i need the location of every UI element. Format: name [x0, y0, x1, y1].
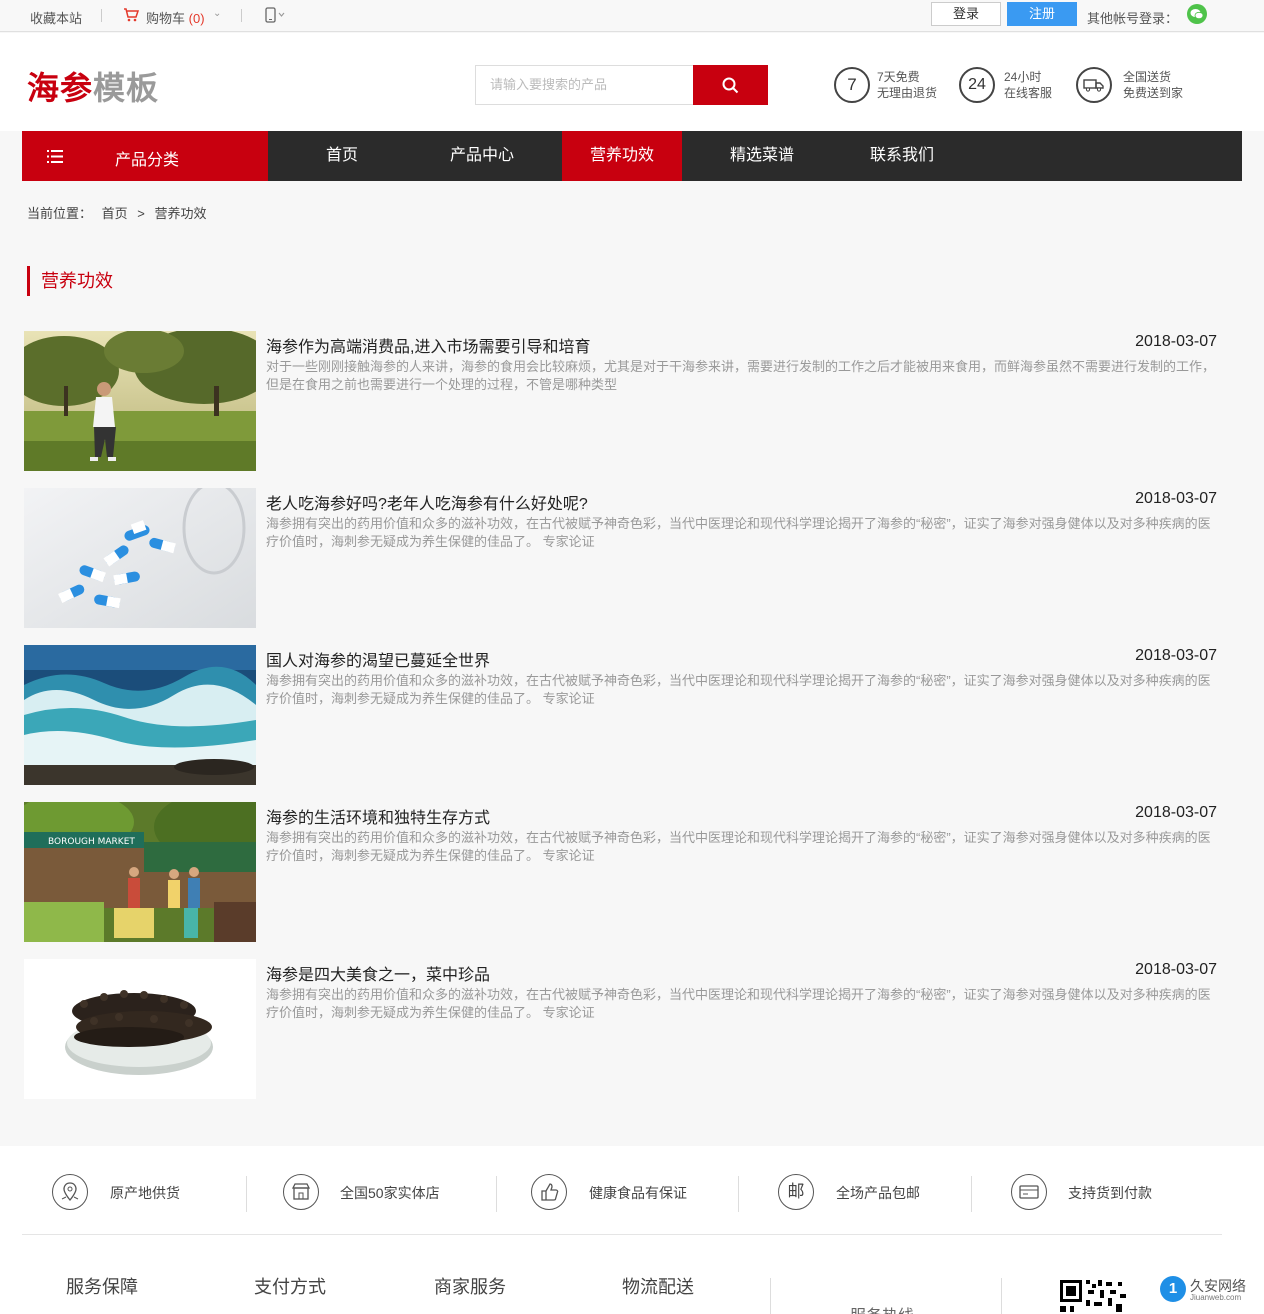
article-date: 2018-03-07	[1135, 333, 1217, 350]
top-bar: 收藏本站 购物车 (0) ⌄ 登录 注册 其他帐号登录：	[0, 0, 1264, 32]
article-title[interactable]: 海参是四大美食之一，菜中珍品	[266, 961, 490, 985]
seven-day-icon: 7	[834, 67, 870, 103]
nav-item-nutrition[interactable]: 营养功效	[562, 131, 682, 181]
nav-item-products[interactable]: 产品中心	[422, 131, 542, 181]
service-line1: 7天免费	[877, 70, 920, 84]
article-image-waves[interactable]	[24, 645, 256, 785]
watermark-logo-icon: 1	[1160, 1276, 1186, 1302]
feature-label: 全场产品包邮	[836, 1185, 920, 1201]
footer-col-merchant[interactable]: 商家服务	[434, 1273, 506, 1299]
category-label: 产品分类	[115, 152, 180, 169]
article-desc: 海参拥有突出的药用价值和众多的滋补功效，在古代被赋予神奇色彩，当代中医理论和现代…	[266, 516, 1211, 549]
divider	[738, 1176, 739, 1212]
breadcrumb-separator: >	[137, 206, 145, 221]
service-line2: 在线客服	[1004, 86, 1053, 100]
login-button[interactable]: 登录	[931, 2, 1001, 26]
search-icon	[722, 77, 739, 94]
truck-icon	[1076, 67, 1112, 103]
service-line2: 免费送到家	[1123, 86, 1184, 100]
cart-icon[interactable]	[123, 7, 140, 26]
thumbs-up-icon	[531, 1174, 567, 1210]
list-item[interactable]: BOROUGH MARKET 海参的生活环境和独特生存方式 2018-03-07…	[24, 802, 1219, 942]
article-title[interactable]: 老人吃海参好吗?老年人吃海参有什么好处呢?	[266, 490, 588, 514]
list-item[interactable]: 海参是四大美食之一，菜中珍品 2018-03-07 海参拥有突出的药用价值和众多…	[24, 959, 1219, 1099]
divider	[496, 1176, 497, 1212]
feature-label: 原产地供货	[110, 1185, 180, 1201]
list-item[interactable]: 老人吃海参好吗?老年人吃海参有什么好处呢? 2018-03-07 海参拥有突出的…	[24, 488, 1219, 628]
divider	[971, 1176, 972, 1212]
list-item[interactable]: 国人对海参的渴望已蔓延全世界 2018-03-07 海参拥有突出的药用价值和众多…	[24, 645, 1219, 785]
divider	[101, 9, 102, 22]
article-title[interactable]: 国人对海参的渴望已蔓延全世界	[266, 647, 490, 671]
article-desc: 海参拥有突出的药用价值和众多的滋补功效，在古代被赋予神奇色彩，当代中医理论和现代…	[266, 987, 1211, 1020]
nav-item-recipes[interactable]: 精选菜谱	[702, 131, 822, 181]
article-image-running[interactable]	[24, 331, 256, 471]
logo-part1: 海参	[27, 70, 94, 106]
other-login-label: 其他帐号登录：	[1087, 11, 1179, 26]
chevron-down-icon[interactable]: ⌄	[213, 8, 221, 19]
hotline-label: 服务热线	[850, 1302, 914, 1314]
article-desc: 海参拥有突出的药用价值和众多的滋补功效，在古代被赋予神奇色彩，当代中医理论和现代…	[266, 673, 1211, 706]
cart-label: 购物车	[146, 11, 186, 26]
watermark-sub: Jiuanweb.com	[1190, 1293, 1242, 1302]
article-date: 2018-03-07	[1135, 961, 1217, 978]
service-line1: 24小时	[1004, 70, 1042, 84]
footer-col-payment[interactable]: 支付方式	[254, 1273, 326, 1299]
card-icon	[1011, 1174, 1047, 1210]
logo-part2: 模板	[93, 70, 160, 106]
breadcrumb-home[interactable]: 首页	[102, 206, 128, 221]
store-icon	[283, 1174, 319, 1210]
footer-col-service[interactable]: 服务保障	[66, 1273, 138, 1299]
mobile-icon[interactable]	[264, 7, 286, 26]
footer-divider	[22, 1234, 1222, 1235]
market-sign-text: BOROUGH MARKET	[48, 837, 135, 847]
cart-count: (0)	[188, 11, 205, 26]
logo[interactable]: 海参模板	[27, 63, 159, 109]
article-desc: 海参拥有突出的药用价值和众多的滋补功效，在古代被赋予神奇色彩，当代中医理论和现代…	[266, 830, 1211, 863]
breadcrumb: 当前位置： 首页 > 营养功效	[27, 203, 213, 222]
watermark: 1 久安网络 Jiuanweb.com	[1160, 1274, 1264, 1304]
feature-label: 健康食品有保证	[589, 1185, 687, 1201]
service-line1: 全国送货	[1123, 70, 1172, 84]
register-button[interactable]: 注册	[1007, 2, 1077, 26]
service-line2: 无理由退货	[877, 86, 938, 100]
divider	[246, 1176, 247, 1212]
article-date: 2018-03-07	[1135, 804, 1217, 821]
article-image-market[interactable]: BOROUGH MARKET	[24, 802, 256, 942]
search-button[interactable]	[693, 65, 768, 105]
main-nav: 产品分类 首页 产品中心 营养功效 精选菜谱 联系我们	[22, 131, 1242, 181]
category-menu[interactable]: 产品分类	[22, 131, 268, 181]
divider	[1001, 1278, 1002, 1314]
qr-code	[1058, 1276, 1138, 1314]
article-image-sea-cucumber[interactable]	[24, 959, 256, 1099]
section-title: 营养功效	[27, 266, 113, 296]
nav-item-contact[interactable]: 联系我们	[842, 131, 962, 181]
cart-link[interactable]: 购物车 (0)	[146, 8, 205, 27]
footer-col-logistics[interactable]: 物流配送	[622, 1273, 694, 1299]
article-title[interactable]: 海参作为高端消费品,进入市场需要引导和培育	[266, 333, 590, 357]
article-image-capsules[interactable]	[24, 488, 256, 628]
nav-item-home[interactable]: 首页	[282, 131, 402, 181]
twenty-four-hour-icon: 24	[959, 67, 995, 103]
search-input[interactable]: 请输入要搜索的产品	[475, 65, 693, 105]
feature-label: 全国50家实体店	[340, 1185, 440, 1201]
wechat-icon[interactable]	[1187, 4, 1207, 27]
bookmark-link[interactable]: 收藏本站	[30, 8, 82, 27]
list-item[interactable]: 海参作为高端消费品,进入市场需要引导和培育 2018-03-07 对于一些刚刚接…	[24, 331, 1219, 471]
header: 海参模板 请输入要搜索的产品 7 7天免费 无理由退货 24 24小时 在线客服…	[0, 33, 1264, 131]
feature-label: 支持货到付款	[1068, 1185, 1152, 1201]
mail-icon: 邮	[778, 1174, 814, 1210]
location-pin-icon	[52, 1174, 88, 1210]
divider	[241, 9, 242, 22]
article-title[interactable]: 海参的生活环境和独特生存方式	[266, 804, 490, 828]
divider	[770, 1278, 771, 1314]
article-date: 2018-03-07	[1135, 647, 1217, 664]
breadcrumb-current[interactable]: 营养功效	[155, 206, 207, 221]
list-icon	[47, 150, 63, 163]
breadcrumb-prefix: 当前位置：	[27, 206, 93, 221]
article-desc: 对于一些刚刚接触海参的人来讲，海参的食用会比较麻烦，尤其是对于干海参来讲，需要进…	[266, 359, 1216, 392]
article-date: 2018-03-07	[1135, 490, 1217, 507]
